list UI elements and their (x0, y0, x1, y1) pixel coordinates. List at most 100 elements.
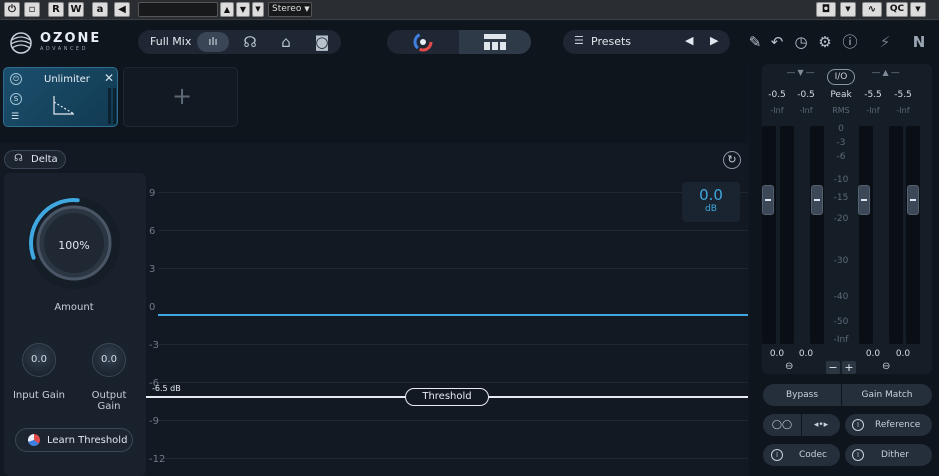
meter-box: ― ▼ ― I/O ― ▲ ― -0.5 -0.5 Peak -5.5 -5.5… (762, 64, 932, 374)
io-toggle[interactable]: I/O (827, 69, 855, 85)
write-button[interactable]: W (68, 2, 84, 17)
dropdown-icon[interactable]: ▼ (840, 2, 856, 17)
codec-button[interactable]: ⏽ Codec (763, 444, 840, 466)
solo-icon[interactable]: S (10, 93, 22, 105)
codec-power-icon: ⏽ (771, 449, 783, 461)
delta-button[interactable]: ☊ Delta (4, 150, 66, 169)
ear-icon: ☊ (14, 153, 23, 164)
scale-label: -Inf (833, 335, 849, 345)
list-icon[interactable]: ☰ (11, 112, 19, 122)
dither-label: Dither (881, 450, 909, 460)
mix-mode-selector: Full Mix ılı ☊ ⌂ ◙ (138, 30, 341, 54)
plus-icon: + (172, 82, 193, 110)
gain-match-button[interactable]: Gain Match (842, 384, 932, 406)
module-meter (113, 88, 116, 124)
vocal-icon[interactable]: ☊ (240, 32, 260, 52)
link-icon[interactable]: ⚡ (876, 32, 894, 52)
gain-readout: 0.0 dB (682, 182, 740, 222)
ni-logo-icon: N (912, 33, 926, 51)
output-fader-right[interactable] (907, 185, 919, 215)
preset-bar[interactable]: ☰ Presets ◀ ▶ (563, 30, 730, 54)
down-icon[interactable]: ▼ (236, 2, 250, 17)
bypass-button[interactable]: Bypass (763, 384, 841, 406)
readout-unit: dB (705, 204, 717, 214)
scale-label: 0 (838, 124, 844, 134)
rms-value: -Inf (799, 106, 813, 115)
activity-icon[interactable]: ∿ (862, 2, 882, 17)
plus-icon[interactable]: + (842, 361, 856, 374)
threshold-label: Threshold (422, 391, 472, 402)
input-gain-value[interactable]: 0.0 (764, 349, 790, 359)
bypass-label: Bypass (785, 390, 819, 400)
output-gain-value[interactable]: 0.0 (890, 349, 916, 359)
output-gain-knob[interactable]: 0.0 (92, 343, 126, 377)
prev-preset-icon[interactable]: ◀ (685, 34, 693, 47)
overlap-icon: ◯◯ (771, 420, 793, 430)
input-link-icon[interactable]: ⊖ (785, 361, 793, 372)
read-button[interactable]: R (48, 2, 64, 17)
rms-label: RMS (832, 106, 850, 115)
input-fader-right[interactable] (811, 185, 823, 215)
undo-icon[interactable]: ↶ (768, 32, 786, 52)
stop-icon[interactable]: ▫ (24, 2, 40, 17)
channel-select[interactable]: Stereo ▼ (268, 2, 312, 17)
output-fader-left[interactable] (858, 185, 870, 215)
drum-icon[interactable]: ⌂ (276, 32, 296, 52)
module-unlimiter[interactable]: ⏻ S ☰ Unlimiter ✕ (3, 67, 118, 127)
dither-button[interactable]: ⏽ Dither (845, 444, 932, 466)
unlimiter-icon (53, 96, 75, 115)
learn-threshold-button[interactable]: Learn Threshold (15, 428, 133, 452)
next-preset-icon[interactable]: ▶ (710, 34, 718, 47)
menu-icon[interactable]: ▼ (252, 2, 264, 17)
output-triangle-icon: ― ▲ ― (872, 68, 900, 77)
output-gain-value[interactable]: 0.0 (860, 349, 886, 359)
reference-button[interactable]: ⏽ Reference (845, 414, 932, 436)
input-gain-knob[interactable]: 0.0 (22, 343, 56, 377)
presets-label: Presets (591, 35, 632, 48)
reference-power-icon: ⏽ (852, 419, 864, 431)
ozone-logo-icon (10, 32, 32, 54)
module-meter (108, 88, 111, 124)
threshold-value: -6.5 dB (152, 384, 181, 393)
peak-value: -0.5 (797, 90, 815, 100)
modules-view-icon[interactable] (459, 30, 531, 54)
camera-icon[interactable]: ◘ (816, 2, 836, 17)
auto-button[interactable]: a (92, 2, 108, 17)
full-mix-button[interactable]: Full Mix (150, 35, 191, 48)
minus-icon[interactable]: − (826, 361, 840, 374)
threshold-handle[interactable]: Threshold (405, 388, 489, 406)
tick-label: 0 (149, 302, 156, 313)
history-icon[interactable]: ◷ (792, 32, 810, 52)
gain-match-label: Gain Match (861, 390, 913, 400)
input-gain-label: Input Gain (12, 390, 66, 401)
dither-power-icon: ⏽ (852, 449, 864, 461)
output-link-icon[interactable]: ⊖ (882, 361, 890, 372)
swap-button[interactable]: ◂•▸ (802, 414, 840, 436)
assistant-icon[interactable] (387, 30, 459, 54)
input-fader-left[interactable] (762, 185, 774, 215)
amount-label: Amount (54, 302, 94, 313)
dropdown-icon[interactable]: ▼ (910, 2, 926, 17)
power-icon[interactable]: ⏻ (4, 2, 20, 17)
speaker-icon[interactable]: ◙ (312, 32, 332, 52)
close-icon[interactable]: ✕ (104, 71, 114, 85)
codec-label: Codec (799, 450, 827, 460)
brand-title: OZONE (40, 31, 102, 46)
reset-icon[interactable]: ↻ (723, 151, 741, 169)
pen-icon[interactable]: ✎ (746, 32, 764, 52)
controls-panel: 100% Amount 0.0 Input Gain 0.0 Output Ga… (4, 173, 146, 476)
help-icon[interactable]: ⓘ (841, 32, 859, 52)
qc-button[interactable]: QC (886, 2, 908, 17)
preset-field[interactable] (138, 2, 218, 17)
power-icon[interactable]: ⏻ (10, 73, 22, 85)
gear-icon[interactable]: ⚙ (816, 32, 834, 52)
compare-button[interactable]: ◯◯ (763, 414, 801, 436)
threshold-graph[interactable]: 9 6 3 0 -3 -6 -9 -12 -6.5 dB Threshold 0… (146, 144, 748, 476)
module-name: Unlimiter (44, 74, 90, 85)
waveform-icon[interactable]: ılı (197, 32, 229, 52)
up-icon[interactable]: ▲ (220, 2, 234, 17)
arrow-left-icon[interactable]: ◀ (114, 2, 130, 17)
peak-value: -0.5 (768, 90, 786, 100)
input-gain-value[interactable]: 0.0 (793, 349, 819, 359)
add-module-button[interactable]: + (123, 67, 238, 127)
